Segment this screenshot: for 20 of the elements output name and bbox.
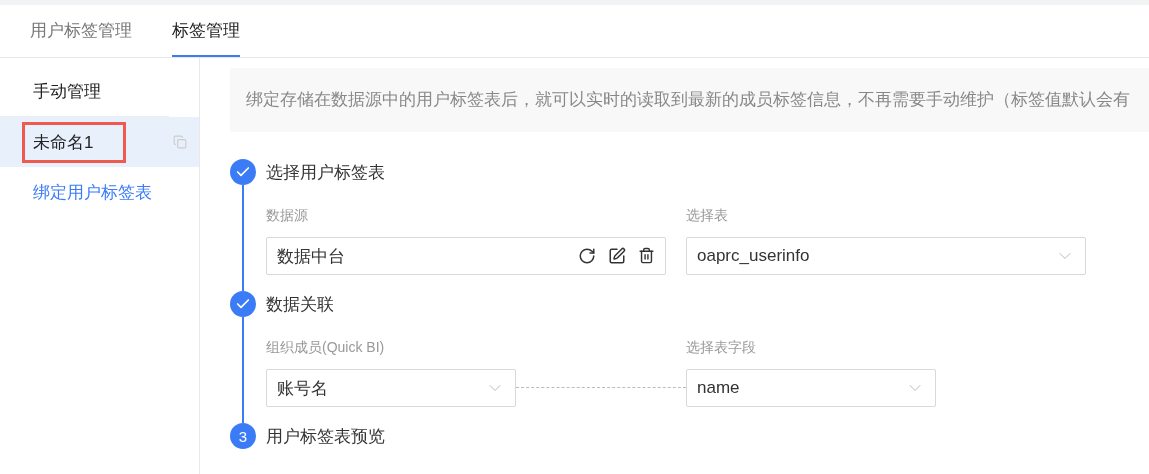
step-title: 选择用户标签表	[266, 161, 386, 184]
select-field[interactable]: name	[686, 369, 936, 407]
select-field[interactable]: 账号名	[266, 369, 516, 407]
trash-icon[interactable]	[638, 247, 655, 264]
field-label: 选择表	[686, 207, 729, 225]
tab[interactable]: 用户标签管理	[30, 5, 132, 57]
notice-banner: 绑定存储在数据源中的用户标签表后，就可以实时的读取到最新的成员标签信息，不再需要手动维护（标签值默认会有	[230, 68, 1149, 132]
edit-icon[interactable]	[608, 247, 626, 265]
step-number: 3	[230, 423, 256, 449]
field-label: 数据源	[266, 207, 309, 225]
tab[interactable]: 标签管理	[172, 5, 240, 57]
field-label: 选择表字段	[686, 339, 757, 357]
refresh-icon[interactable]	[578, 247, 596, 265]
field-label: 组织成员(Quick BI)	[266, 339, 386, 357]
step-title: 数据关联	[266, 293, 335, 316]
step-title: 用户标签表预览	[266, 425, 386, 448]
select-field[interactable]: oaprc_userinfo	[686, 237, 1086, 275]
sidebar-item[interactable]: 未命名1	[0, 117, 199, 167]
datasource-field[interactable]: 数据中台	[266, 237, 666, 275]
sidebar-link[interactable]: 绑定用户标签表	[0, 167, 199, 217]
